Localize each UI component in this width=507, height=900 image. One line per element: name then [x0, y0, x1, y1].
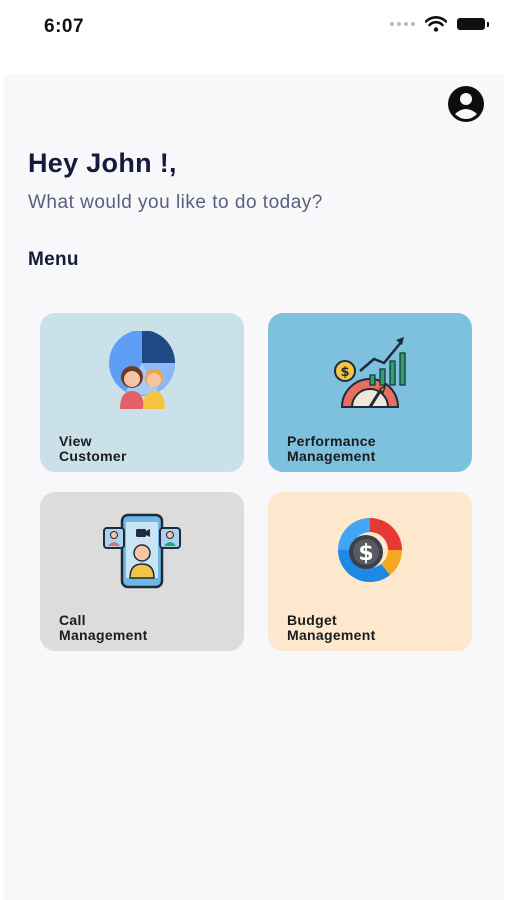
- call-management-label: Call Management: [59, 612, 148, 643]
- budget-management-tile[interactable]: $ Budget Management: [268, 492, 472, 651]
- status-icons: [390, 16, 489, 32]
- performance-management-label: Performance Management: [287, 433, 376, 464]
- greeting-subtitle: What would you like to do today?: [28, 192, 323, 213]
- video-call-icon: [103, 513, 181, 589]
- svg-text:$: $: [340, 365, 349, 380]
- menu-heading: Menu: [28, 249, 79, 270]
- greeting-title: Hey John !,: [28, 148, 177, 178]
- status-time: 6:07: [44, 16, 85, 37]
- profile-button[interactable]: [446, 84, 486, 124]
- performance-management-tile[interactable]: $ Performance Management: [268, 313, 472, 472]
- view-customer-label: View Customer: [59, 433, 127, 464]
- account-circle-icon: [448, 86, 484, 122]
- view-customer-tile[interactable]: View Customer: [40, 313, 244, 472]
- call-management-tile[interactable]: Call Management: [40, 492, 244, 651]
- customer-chart-icon: [109, 331, 175, 409]
- svg-text:$: $: [358, 541, 373, 566]
- budget-donut-icon: $: [338, 518, 402, 583]
- performance-growth-icon: $: [334, 337, 406, 408]
- wifi-icon: [425, 16, 447, 32]
- budget-management-label: Budget Management: [287, 612, 376, 643]
- battery-icon: [457, 18, 489, 30]
- status-bar: 6:07: [0, 0, 507, 40]
- cellular-signal-icon: [390, 22, 415, 26]
